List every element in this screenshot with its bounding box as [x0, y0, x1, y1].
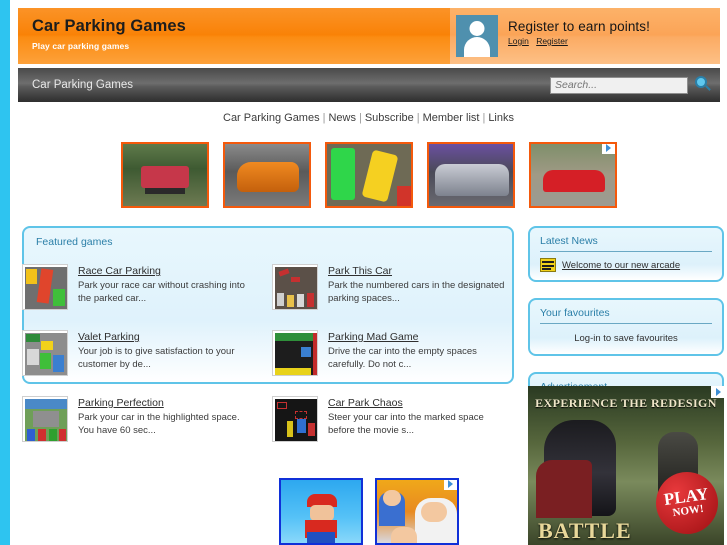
news-item-link[interactable]: Welcome to our new arcade [562, 260, 680, 271]
game-description: Drive the car into the empty spaces care… [328, 346, 477, 370]
thumb-shape [330, 148, 355, 200]
register-block: Register to earn points! Login Register [508, 15, 650, 46]
site-tagline: Play car parking games [32, 41, 130, 51]
adchoices-triangle [606, 144, 611, 152]
game-title-link[interactable]: Park This Car [328, 265, 508, 277]
account-links: Login Register [508, 36, 650, 46]
latest-news-title: Latest News [540, 235, 598, 247]
game-description: Steer your car into the marked space bef… [328, 412, 484, 436]
content-shell: Car Parking Games Play car parking games… [10, 0, 727, 545]
adchoices-triangle [448, 480, 453, 488]
game-description: Park your car in the highlighted space. … [78, 412, 240, 436]
ad-thumb-topdown-parking[interactable] [324, 142, 413, 208]
game-item-race-car-parking[interactable]: Race Car Parking Park your race car with… [22, 264, 272, 330]
game-description: Park your race car without crashing into… [78, 280, 245, 304]
toolbar: Car Parking Games [18, 68, 720, 102]
header-account-area: Register to earn points! Login Register [450, 8, 720, 64]
latest-news-panel: Latest News Welcome to our new arcade [528, 226, 724, 282]
game-info: Car Park Chaos Steer your car into the m… [328, 396, 508, 462]
adchoices-triangle-icon[interactable] [711, 386, 724, 398]
thumb-art [275, 267, 317, 309]
ad-thumb-cartoon-family[interactable] [374, 478, 459, 545]
ad-thumb-red-car[interactable] [528, 142, 617, 208]
site-title: Car Parking Games [32, 17, 186, 35]
parking-perfection-thumb[interactable] [22, 396, 68, 442]
avatar-head [469, 21, 485, 36]
valet-parking-thumb[interactable] [22, 330, 68, 376]
left-edge-strip [0, 0, 10, 545]
ad-thumb-orange-car[interactable] [222, 142, 311, 208]
search-input[interactable] [550, 76, 688, 94]
avatar-body [464, 37, 490, 57]
top-ad-strip [10, 142, 727, 214]
breadcrumb: Car Parking Games [32, 79, 133, 91]
register-link[interactable]: Register [536, 36, 568, 46]
game-info: Valet Parking Your job is to give satisf… [78, 330, 258, 396]
game-item-parking-mad-game[interactable]: Parking Mad Game Drive the car into the … [272, 330, 522, 396]
nav-item-subscribe[interactable]: Subscribe [365, 112, 414, 124]
adchoices-triangle [715, 388, 721, 396]
favourites-panel: Your favourites Log-in to save favourite… [528, 298, 724, 356]
game-info: Parking Perfection Park your car in the … [78, 396, 258, 462]
nav-item-car-parking-games[interactable]: Car Parking Games [223, 112, 320, 124]
thumb-shape [361, 149, 398, 203]
game-item-car-park-chaos[interactable]: Car Park Chaos Steer your car into the m… [272, 396, 522, 462]
register-headline: Register to earn points! [508, 19, 650, 34]
game-info: Race Car Parking Park your race car with… [78, 264, 258, 330]
parking-mad-game-thumb[interactable] [272, 330, 318, 376]
magnifier-handle [705, 85, 711, 91]
game-title-link[interactable]: Parking Mad Game [328, 331, 508, 343]
car-park-chaos-thumb[interactable] [272, 396, 318, 442]
main-nav: Car Parking Games | News | Subscribe | Member … [10, 112, 727, 124]
game-info: Parking Mad Game Drive the car into the … [328, 330, 508, 396]
favourites-title: Your favourites [540, 307, 610, 319]
game-title-link[interactable]: Race Car Parking [78, 265, 258, 277]
header-branding: Car Parking Games Play car parking games [18, 8, 450, 64]
favourites-message: Log-in to save favourites [574, 333, 678, 344]
featured-games-title: Featured games [36, 236, 113, 248]
nav-item-member-list[interactable]: Member list [423, 112, 480, 124]
game-item-park-this-car[interactable]: Park This Car Park the numbered cars in … [272, 264, 522, 330]
login-link[interactable]: Login [508, 36, 529, 46]
park-this-car-thumb[interactable] [272, 264, 318, 310]
nav-item-links[interactable]: Links [488, 112, 514, 124]
thumb-art [25, 267, 67, 309]
thumb-art [25, 333, 67, 375]
nav-separator: | [482, 112, 486, 124]
game-grid: Race Car Parking Park your race car with… [22, 264, 522, 462]
game-info: Park This Car Park the numbered cars in … [328, 264, 508, 330]
game-item-parking-perfection[interactable]: Parking Perfection Park your car in the … [22, 396, 272, 462]
thumb-art [25, 399, 67, 441]
game-description: Park the numbered cars in the designated… [328, 280, 505, 304]
game-title-link[interactable]: Parking Perfection [78, 397, 258, 409]
page-root: Car Parking Games Play car parking games… [0, 0, 727, 545]
magnifier-icon[interactable] [694, 76, 712, 94]
site-header: Car Parking Games Play car parking games… [18, 8, 720, 64]
game-item-valet-parking[interactable]: Valet Parking Your job is to give satisf… [22, 330, 272, 396]
game-title-link[interactable]: Car Park Chaos [328, 397, 508, 409]
nav-item-news[interactable]: News [328, 112, 356, 124]
bottom-ad-strip [10, 478, 727, 545]
race-car-parking-thumb[interactable] [22, 264, 68, 310]
nav-separator: | [416, 112, 420, 124]
thumb-art [275, 399, 317, 441]
user-silhouette-icon [456, 15, 498, 57]
nav-separator: | [358, 112, 362, 124]
newspaper-icon [540, 258, 556, 272]
thumb-shape [396, 186, 411, 206]
game-title-link[interactable]: Valet Parking [78, 331, 258, 343]
ad-thumb-silver-car[interactable] [426, 142, 515, 208]
ad-thumb-buggy[interactable] [120, 142, 209, 208]
thumb-art [275, 333, 317, 375]
search-area [550, 76, 712, 94]
adchoices-triangle-icon[interactable] [443, 480, 457, 490]
nav-separator: | [322, 112, 326, 124]
news-list-item[interactable]: Welcome to our new arcade [530, 252, 722, 280]
adchoices-triangle-icon[interactable] [601, 144, 615, 154]
ad-headline: EXPERIENCE THE REDESIGN [535, 396, 717, 410]
ad-thumb-mario[interactable] [278, 478, 363, 545]
game-description: Your job is to give satisfaction to your… [78, 346, 235, 370]
